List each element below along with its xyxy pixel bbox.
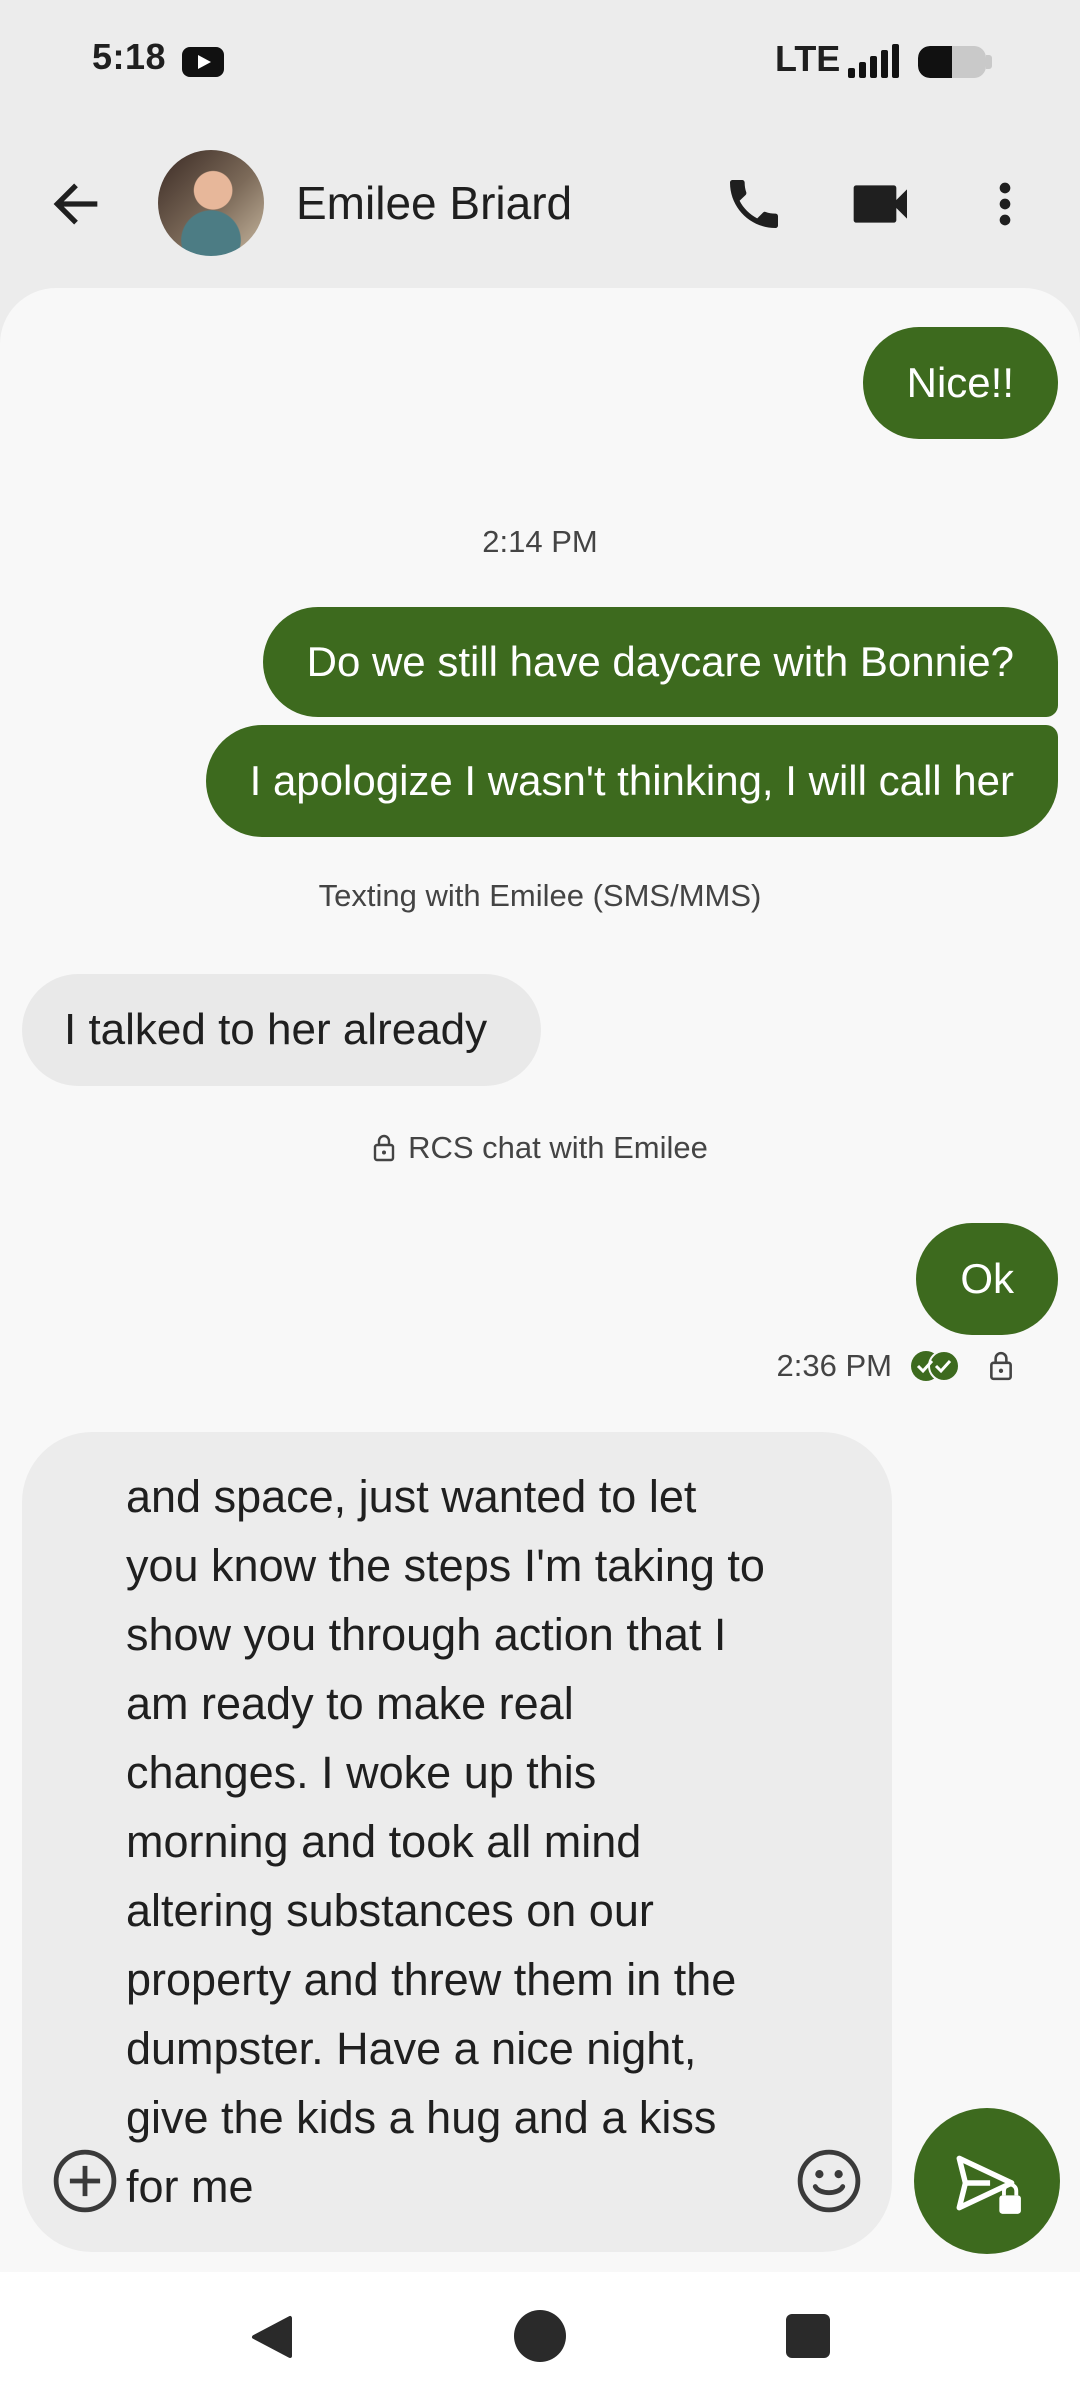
message-timestamp: 2:14 PM — [482, 524, 598, 559]
read-receipt-icon — [911, 1350, 960, 1382]
nav-recents-icon[interactable] — [786, 2314, 830, 2358]
back-arrow-icon[interactable] — [44, 172, 108, 236]
more-vert-icon[interactable] — [980, 172, 1030, 236]
signal-strength-icon — [848, 44, 899, 78]
message-input[interactable]: and space, just wanted to let you know t… — [126, 1462, 766, 2221]
rcs-mode-notice: RCS chat with Emilee — [0, 1130, 1080, 1166]
battery-nub — [986, 55, 992, 69]
battery-icon — [918, 46, 986, 78]
outgoing-message[interactable]: Ok — [916, 1223, 1058, 1335]
lock-icon — [373, 1134, 395, 1162]
sms-mode-notice: Texting with Emilee (SMS/MMS) — [318, 878, 762, 913]
incoming-message[interactable]: I talked to her already — [22, 974, 542, 1086]
nav-back-icon[interactable] — [246, 2312, 296, 2362]
rcs-notice-label: RCS chat with Emilee — [408, 1130, 708, 1165]
network-type: LTE — [775, 38, 841, 79]
contact-name[interactable]: Emilee Briard — [296, 176, 572, 230]
contact-avatar[interactable] — [158, 150, 264, 256]
outgoing-message[interactable]: Nice!! — [862, 327, 1058, 439]
status-time: 5:18 — [92, 36, 167, 77]
message-status: 2:36 PM — [777, 1346, 1014, 1386]
video-camera-icon[interactable] — [848, 172, 918, 236]
send-encrypted-icon — [956, 2155, 1021, 2214]
emoji-icon[interactable] — [796, 2148, 862, 2214]
lock-icon — [990, 1351, 1012, 1381]
add-attachment-icon[interactable] — [52, 2148, 118, 2214]
nav-home-icon[interactable] — [514, 2310, 566, 2362]
message-timestamp: 2:36 PM — [776, 1348, 892, 1383]
youtube-notification-icon — [182, 47, 224, 77]
phone-icon[interactable] — [722, 172, 786, 236]
outgoing-message[interactable]: I apologize I wasn't thinking, I will ca… — [205, 725, 1058, 837]
outgoing-message[interactable]: Do we still have daycare with Bonnie? — [262, 607, 1058, 717]
send-button[interactable] — [914, 2108, 1060, 2254]
